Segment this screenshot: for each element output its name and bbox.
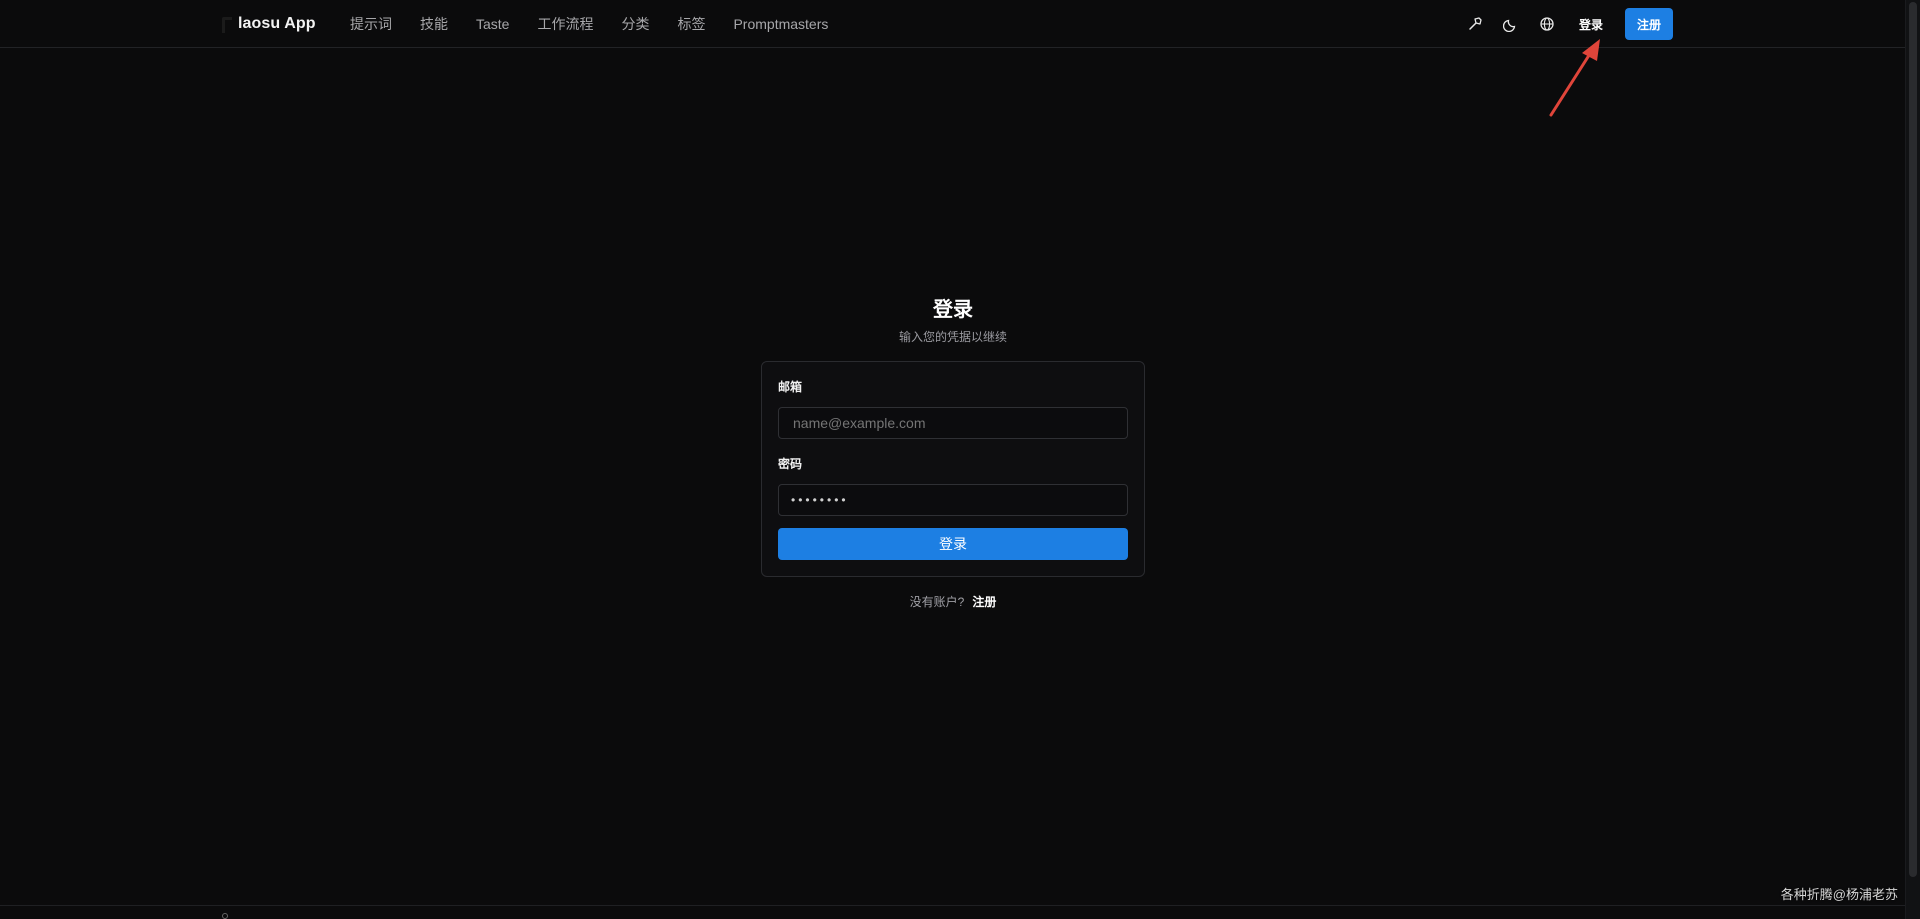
footer-divider xyxy=(0,905,1905,906)
moon-icon-graphic xyxy=(1502,19,1516,32)
globe-icon[interactable] xyxy=(1537,14,1557,34)
nav-item-skills[interactable]: 技能 xyxy=(420,14,448,34)
register-button[interactable]: 注册 xyxy=(1624,8,1673,40)
nav-item-prompts[interactable]: 提示词 xyxy=(350,14,392,34)
nav-item-promptmasters[interactable]: Promptmasters xyxy=(733,16,828,32)
password-field[interactable]: •••••••• xyxy=(778,484,1128,516)
brand[interactable]: laosu App xyxy=(218,12,316,36)
login-submit-button[interactable]: 登录 xyxy=(778,528,1128,560)
nav-item-categories[interactable]: 分类 xyxy=(621,14,649,34)
page-subtitle: 输入您的凭据以继续 xyxy=(898,330,1007,344)
signup-row: 没有账户? 注册 xyxy=(761,593,1145,610)
email-label: 邮箱 xyxy=(778,380,803,394)
login-card: 邮箱 密码 •••••••• 登录 xyxy=(761,361,1145,577)
logo-icon xyxy=(218,14,232,34)
hammer-icon-graphic xyxy=(1469,17,1482,30)
password-value: •••••••• xyxy=(791,493,849,507)
login-link[interactable]: 登录 xyxy=(1573,10,1609,39)
scrollbar-thumb[interactable] xyxy=(1909,2,1917,877)
nav-item-workflows[interactable]: 工作流程 xyxy=(537,14,593,34)
page: laosu App 提示词 技能 Taste 工作流程 分类 标签 Prompt… xyxy=(0,0,1920,919)
moon-icon[interactable] xyxy=(1501,14,1521,34)
header-actions: 登录 注册 xyxy=(1465,8,1673,40)
main-nav: 提示词 技能 Taste 工作流程 分类 标签 Promptmasters xyxy=(350,12,828,36)
page-title: 登录 xyxy=(933,299,973,321)
top-navigation: laosu App 提示词 技能 Taste 工作流程 分类 标签 Prompt… xyxy=(0,0,1905,48)
page-scrollbar[interactable] xyxy=(1905,0,1920,919)
email-field-wrapper[interactable] xyxy=(778,407,1128,439)
nav-item-taste[interactable]: Taste xyxy=(476,16,509,32)
email-field[interactable] xyxy=(791,414,1115,432)
globe-icon-graphic xyxy=(1540,17,1554,31)
signup-prompt: 没有账户? xyxy=(909,595,965,609)
watermark: 各种折腾@杨浦老苏 xyxy=(1780,887,1898,902)
password-label: 密码 xyxy=(778,457,803,471)
brand-title[interactable]: laosu App xyxy=(238,15,316,33)
hammer-icon[interactable] xyxy=(1465,14,1485,34)
signup-link[interactable]: 注册 xyxy=(972,595,996,609)
footer-icon xyxy=(222,913,228,919)
login-panel: 登录 输入您的凭据以继续 邮箱 密码 •••••••• 登录 没有账户? 注册 xyxy=(761,290,1145,610)
nav-item-tags[interactable]: 标签 xyxy=(677,14,705,34)
